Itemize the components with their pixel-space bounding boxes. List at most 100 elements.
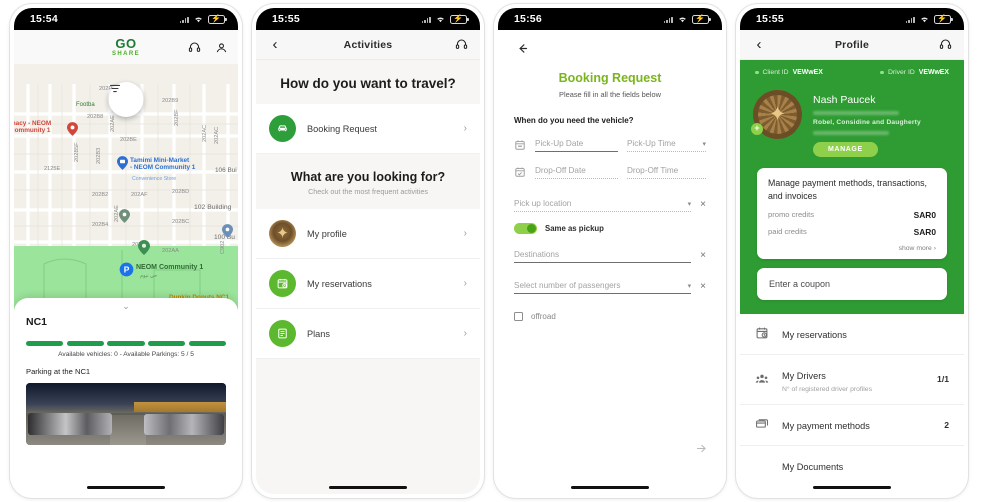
back-button[interactable]: ‹ <box>267 37 283 53</box>
paid-credits-label: paid credits <box>768 227 807 236</box>
map-poi-neom-community[interactable]: NEOM Community 1 <box>136 264 203 271</box>
blue-pin-icon[interactable] <box>117 156 128 170</box>
map-label: 202AF <box>131 192 148 198</box>
same-as-pickup-toggle[interactable] <box>514 223 537 234</box>
list-item-booking-request[interactable]: Booking Request › <box>256 104 480 154</box>
next-button[interactable] <box>695 442 708 458</box>
map-label: 202AA <box>162 248 179 254</box>
headset-icon[interactable] <box>186 39 202 55</box>
chevron-right-icon: › <box>463 228 467 239</box>
chevron-down-icon: ▾ <box>702 141 706 148</box>
parking-photo <box>26 383 226 445</box>
status-bar: 15:54 ⚡ <box>14 8 238 30</box>
map-label: C902 <box>220 240 226 254</box>
list-item-my-reservations[interactable]: My reservations › <box>256 259 480 309</box>
offroad-checkbox[interactable] <box>514 312 523 321</box>
clear-pickup-location-button[interactable]: × <box>700 200 706 212</box>
client-id-chip: Client ID VEWwEX <box>755 69 823 76</box>
list-item-my-profile[interactable]: ✦ My profile › <box>256 209 480 259</box>
passengers-select[interactable]: Select number of passengers ▾ <box>514 281 692 294</box>
parking-caption: Parking at the NC1 <box>26 367 91 376</box>
location-detail-sheet: ⌄ NC1 Available vehicles: 0 - Available … <box>14 298 238 494</box>
profile-name: Nash Paucek <box>813 94 876 106</box>
map-label: 202AC <box>202 124 208 142</box>
filter-icon <box>109 84 121 93</box>
red-pin-icon[interactable] <box>67 122 78 136</box>
list-item-my-reservations[interactable]: My reservations <box>740 314 964 355</box>
headset-icon[interactable] <box>453 37 469 53</box>
calendar-icon <box>514 138 526 150</box>
status-indicators: ⚡ <box>421 14 469 24</box>
page-title: Booking Request <box>558 71 662 85</box>
travel-heading: How do you want to travel? <box>280 76 456 91</box>
payment-card[interactable]: Manage payment methods, transactions, an… <box>757 168 947 259</box>
chevron-down-icon: ▾ <box>687 201 692 208</box>
offroad-label: offroad <box>531 312 556 321</box>
promo-credits-value: SAR0 <box>913 209 936 220</box>
blue-pin-icon-2[interactable] <box>222 224 233 238</box>
map-poi-pharmacy[interactable]: macy - NEOM Community 1 <box>14 120 51 134</box>
filter-button[interactable] <box>108 82 144 117</box>
list-item-my-documents[interactable]: My Documents <box>740 446 964 486</box>
sheet-collapse-handle[interactable]: ⌄ <box>26 302 226 311</box>
home-indicator <box>87 485 165 489</box>
status-bar: 15:55 ⚡ <box>740 8 964 30</box>
paid-credits-value: SAR0 <box>913 226 936 237</box>
driver-id-chip: Driver ID VEWwEX <box>880 69 949 76</box>
destinations-input[interactable]: Destinations <box>514 250 692 263</box>
avatar[interactable]: ✦ + <box>751 90 802 139</box>
manage-button[interactable]: MANAGE <box>813 142 878 157</box>
parking-marker-icon[interactable]: P <box>119 262 134 277</box>
map-label: 202B3 <box>96 147 102 164</box>
plus-icon[interactable]: + <box>751 123 763 135</box>
card-icon <box>755 417 770 432</box>
signal-icon <box>663 15 673 23</box>
svg-text:P: P <box>124 265 130 275</box>
pickup-time-input[interactable]: Pick-Up Time ▾ <box>626 139 706 152</box>
profile-main: ✦ + Nash Paucek Robel, Considine and Dau… <box>751 84 953 157</box>
map-label: 202B8 <box>87 114 104 120</box>
phone-screen-booking-request: 15:56 ⚡ Booking Request Please fill in a… <box>494 4 726 498</box>
booking-form: Booking Request Please fill in all the f… <box>498 30 722 494</box>
availability-bars <box>26 341 227 346</box>
offroad-checkbox-row: offroad <box>514 312 706 321</box>
list-item-plans[interactable]: Plans › <box>256 309 480 359</box>
page-title: Profile <box>834 38 870 51</box>
field-row-pickup: Pick-Up Date Pick-Up Time ▾ <box>514 138 706 152</box>
back-button[interactable]: ‹ <box>751 37 767 53</box>
availability-bar <box>66 341 104 346</box>
nav-bar: ‹ Profile <box>740 30 964 60</box>
clear-destinations-button[interactable]: × <box>700 251 706 263</box>
dropoff-date-input[interactable]: Drop-Off Date <box>535 166 618 179</box>
pickup-date-input[interactable]: Pick-Up Date <box>535 139 618 152</box>
phone-screen-activities: 15:55 ⚡ ‹ Activities How do you want to … <box>252 4 484 498</box>
pickup-location-input[interactable]: Pick up location ▾ <box>514 199 692 212</box>
headset-icon[interactable] <box>937 37 953 53</box>
calendar-clock-icon <box>269 270 296 297</box>
list-item-my-payment-methods[interactable]: My payment methods 2 <box>740 405 964 446</box>
map-label: 202AE <box>110 115 116 132</box>
destinations-placeholder: Destinations <box>514 250 560 259</box>
availability-bar <box>107 341 145 346</box>
show-more-link[interactable]: show more › <box>768 245 936 252</box>
list-item-label: My reservations <box>307 278 372 289</box>
clear-passengers-button[interactable]: × <box>700 282 706 294</box>
arrow-left-icon <box>519 44 528 53</box>
map-label: 202B2 <box>92 192 109 198</box>
status-dot-icon <box>880 70 884 75</box>
dropoff-time-input[interactable]: Drop-Off Time <box>626 166 706 179</box>
payment-card-title: Manage payment methods, transactions, an… <box>768 178 927 201</box>
list-item-label: My payment methods <box>782 420 870 431</box>
account-icon[interactable] <box>213 39 229 55</box>
battery-icon: ⚡ <box>934 14 953 24</box>
back-button[interactable] <box>514 30 706 57</box>
passengers-placeholder: Select number of passengers <box>514 281 621 290</box>
neom-green-pin-icon[interactable] <box>138 240 150 255</box>
status-time: 15:56 <box>514 13 542 25</box>
coupon-input[interactable]: Enter a coupon <box>757 267 947 300</box>
map-poi-tamimi[interactable]: Tamimi Mini-Market - NEOM Community 1 <box>130 157 195 171</box>
list-item-my-drivers[interactable]: My Drivers N° of registered driver profi… <box>740 355 964 405</box>
list-item-count: 2 <box>944 419 949 430</box>
green-pin-icon[interactable] <box>119 209 130 223</box>
map-poi-tamimi-sub: Convenience Store <box>132 176 177 182</box>
